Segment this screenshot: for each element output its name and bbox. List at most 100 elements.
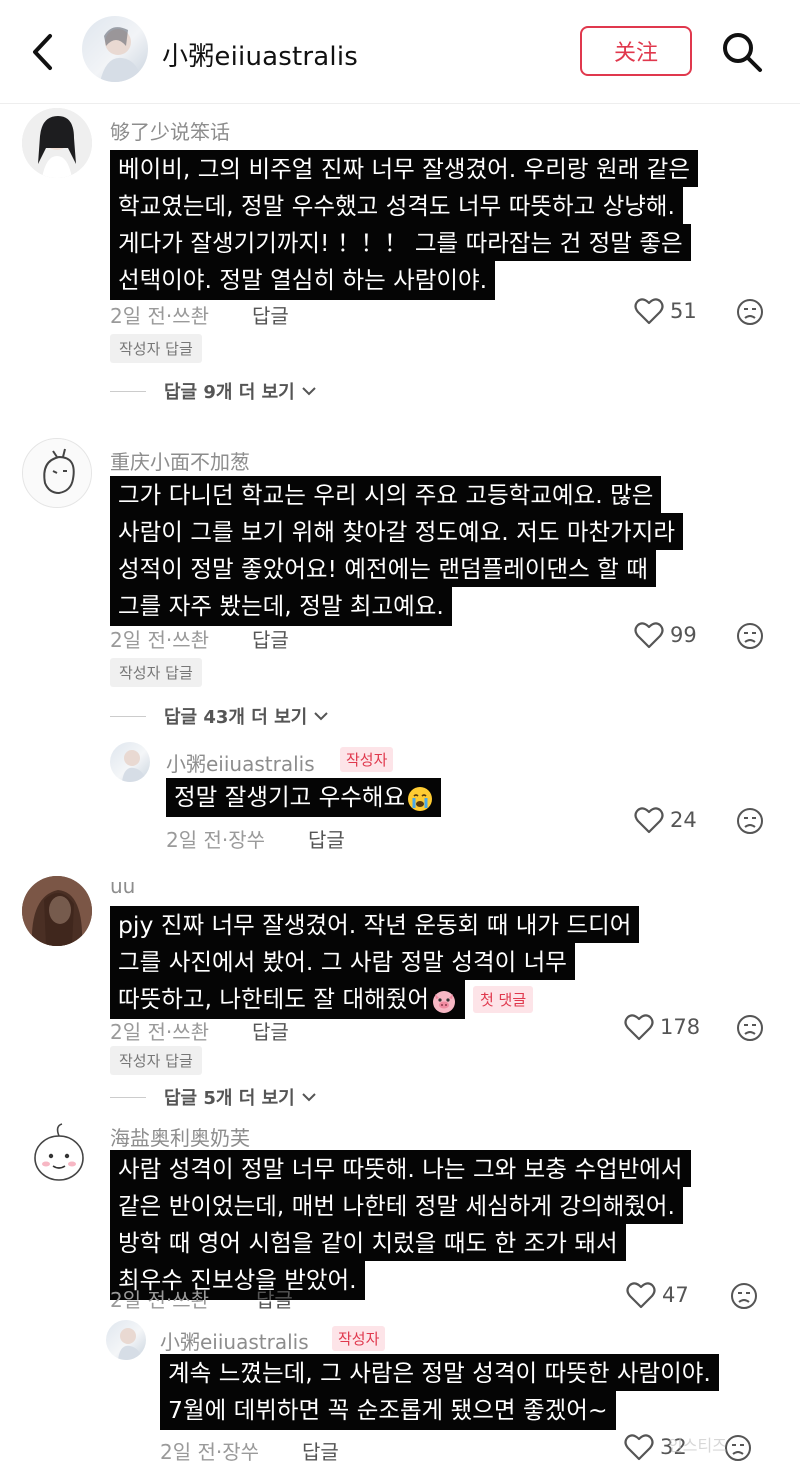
- replier-name[interactable]: 小粥eiiuastralis: [166, 748, 315, 777]
- heart-icon: [624, 1434, 654, 1461]
- chevron-down-icon: [301, 1093, 316, 1102]
- commenter-avatar[interactable]: [22, 1118, 96, 1192]
- author-badge: 작성자: [332, 1326, 386, 1351]
- dislike-button[interactable]: [736, 1014, 764, 1042]
- commenter-name[interactable]: uu: [110, 874, 135, 898]
- comment-line: 따뜻하고, 나한테도 잘 대해줬어: [110, 980, 465, 1019]
- comment-meta: 2일 전·쓰촨: [110, 1020, 210, 1044]
- reply-button[interactable]: 답글: [302, 1436, 339, 1465]
- header-avatar[interactable]: [82, 16, 148, 82]
- dislike-button[interactable]: [736, 807, 764, 835]
- view-more-replies[interactable]: 답글 9개 더 보기: [110, 378, 319, 404]
- view-more-replies-label: 답글 5개 더 보기: [164, 1088, 295, 1109]
- chevron-down-icon: [314, 712, 328, 721]
- dislike-face-icon: [737, 299, 763, 325]
- dislike-face-icon: [731, 1283, 757, 1309]
- author-replied-tag: 작성자 답글: [110, 1046, 202, 1075]
- like-count: 51: [670, 299, 697, 323]
- dislike-button[interactable]: [730, 1282, 758, 1310]
- like-button[interactable]: 178: [624, 1013, 700, 1041]
- comment-line: 게다가 잘생기기까지! ！！！ 그를 따라잡는 건 정말 좋은: [110, 224, 691, 261]
- heart-icon: [634, 807, 664, 834]
- search-icon: [723, 33, 762, 72]
- dislike-button[interactable]: [736, 622, 764, 650]
- comment-line-text: 따뜻하고, 나한테도 잘 대해줬어: [118, 985, 429, 1013]
- comment-line: 베이비, 그의 비주얼 진짜 너무 잘생겼어. 우리랑 원래 같은: [110, 150, 698, 187]
- comment-meta: 2일 전·쓰촨: [110, 628, 210, 652]
- back-button[interactable]: [26, 30, 62, 74]
- like-button[interactable]: 99: [634, 621, 697, 649]
- heart-icon: [626, 1282, 656, 1309]
- reply-text-content: 정말 잘생기고 우수해요: [174, 783, 406, 811]
- commenter-name[interactable]: 重庆小面不加葱: [110, 446, 250, 475]
- like-count: 178: [660, 1015, 701, 1039]
- replier-name[interactable]: 小粥eiiuastralis: [160, 1326, 309, 1355]
- dislike-button[interactable]: [736, 298, 764, 326]
- commenter-avatar[interactable]: [22, 876, 92, 946]
- dislike-button[interactable]: [724, 1434, 752, 1462]
- author-replied-tag: 작성자 답글: [110, 658, 202, 687]
- reply-text: 정말 잘생기고 우수해요: [166, 778, 442, 817]
- comment-line: 성적이 정말 좋았어요! 예전에는 랜덤플레이댄스 할 때: [110, 550, 656, 587]
- reply-line: 7월에 데뷔하면 꼭 순조롭게 됐으면 좋겠어~: [160, 1391, 616, 1430]
- commenter-name[interactable]: 海盐奥利奥奶芙: [110, 1122, 250, 1151]
- like-button[interactable]: 51: [634, 297, 697, 325]
- comment-line: 그를 사진에서 봤어. 그 사람 정말 성격이 너무: [110, 943, 575, 980]
- search-button[interactable]: [720, 30, 764, 74]
- reply-button[interactable]: 답글: [252, 300, 289, 329]
- divider: [110, 715, 146, 717]
- comment-line: 그가 다니던 학교는 우리 시의 주요 고등학교예요. 많은: [110, 476, 662, 513]
- first-comment-tag: 첫 댓글: [472, 986, 534, 1013]
- heart-icon: [624, 1014, 654, 1041]
- view-more-replies-label: 답글 9개 더 보기: [164, 382, 295, 403]
- comment-line: 같은 반이었는데, 매번 나한테 정말 세심하게 강의해줬어.: [110, 1187, 684, 1224]
- comment-meta: 2일 전·쓰촨: [110, 304, 210, 328]
- comment-line: 학교였는데, 정말 우수했고 성격도 너무 따뜻하고 상냥해.: [110, 187, 684, 224]
- dislike-face-icon: [737, 623, 763, 649]
- dislike-face-icon: [737, 808, 763, 834]
- dislike-face-icon: [737, 1015, 763, 1041]
- view-more-replies[interactable]: 답글 43개 더 보기: [110, 703, 331, 729]
- replier-avatar[interactable]: [106, 1320, 146, 1360]
- reply-button[interactable]: 답글: [256, 1284, 293, 1313]
- comment-line: 사람이 그를 보기 위해 찾아갈 정도예요. 저도 마찬가지라: [110, 513, 684, 550]
- reply-button[interactable]: 답글: [308, 824, 345, 853]
- like-count: 47: [662, 1283, 689, 1307]
- comment-line: 선택이야. 정말 열심히 하는 사람이야.: [110, 261, 496, 300]
- comment-line: 방학 때 영어 시험을 같이 치렀을 때도 한 조가 돼서: [110, 1224, 626, 1261]
- reply-meta: 2일 전·장쑤: [160, 1440, 260, 1464]
- comment-line: 그를 자주 봤는데, 정말 최고예요.: [110, 587, 452, 626]
- reply-button[interactable]: 답글: [252, 624, 289, 653]
- author-replied-tag: 작성자 답글: [110, 334, 202, 363]
- chevron-left-icon: [33, 34, 52, 70]
- like-button[interactable]: 47: [626, 1281, 689, 1309]
- heart-icon: [634, 622, 664, 649]
- pig-face-emoji-icon: [432, 990, 455, 1013]
- commenter-name[interactable]: 够了少说笨话: [110, 116, 230, 145]
- follow-button[interactable]: 关注: [580, 26, 692, 76]
- commenter-avatar[interactable]: [22, 108, 92, 178]
- like-count: 24: [670, 808, 697, 832]
- view-more-replies[interactable]: 답글 5개 더 보기: [110, 1084, 319, 1110]
- reply-text: 계속 느꼈는데, 그 사람은 정말 성격이 따뜻한 사람이야. 7월에 데뷔하면…: [160, 1354, 719, 1430]
- like-count: 99: [670, 623, 697, 647]
- reply-line: 정말 잘생기고 우수해요: [166, 778, 442, 817]
- header-username[interactable]: 小粥eiiuastralis: [162, 36, 358, 73]
- comment-text: pjy 진짜 너무 잘생겼어. 작년 운동회 때 내가 드디어 그를 사진에서 …: [110, 906, 640, 1019]
- comment-text: 베이비, 그의 비주얼 진짜 너무 잘생겼어. 우리랑 원래 같은 학교였는데,…: [110, 150, 698, 300]
- like-button[interactable]: 24: [634, 806, 697, 834]
- reply-button[interactable]: 답글: [252, 1016, 289, 1045]
- chevron-down-icon: [301, 387, 316, 396]
- top-bar: 小粥eiiuastralis 关注: [0, 0, 800, 104]
- comment-line: 사람 성격이 정말 너무 따뜻해. 나는 그와 보충 수업반에서: [110, 1150, 691, 1187]
- replier-avatar[interactable]: [110, 742, 150, 782]
- heart-icon: [634, 298, 664, 325]
- comment-meta: 2일 전·쓰촨: [110, 1288, 210, 1312]
- commenter-avatar[interactable]: [22, 438, 92, 508]
- view-more-replies-label: 답글 43개 더 보기: [164, 707, 308, 728]
- reply-line: 계속 느꼈는데, 그 사람은 정말 성격이 따뜻한 사람이야.: [160, 1354, 719, 1391]
- comment-text: 그가 다니던 학교는 우리 시의 주요 고등학교예요. 많은 사람이 그를 보기…: [110, 476, 684, 626]
- divider: [110, 390, 146, 392]
- author-badge: 작성자: [340, 747, 394, 772]
- dislike-face-icon: [725, 1435, 751, 1461]
